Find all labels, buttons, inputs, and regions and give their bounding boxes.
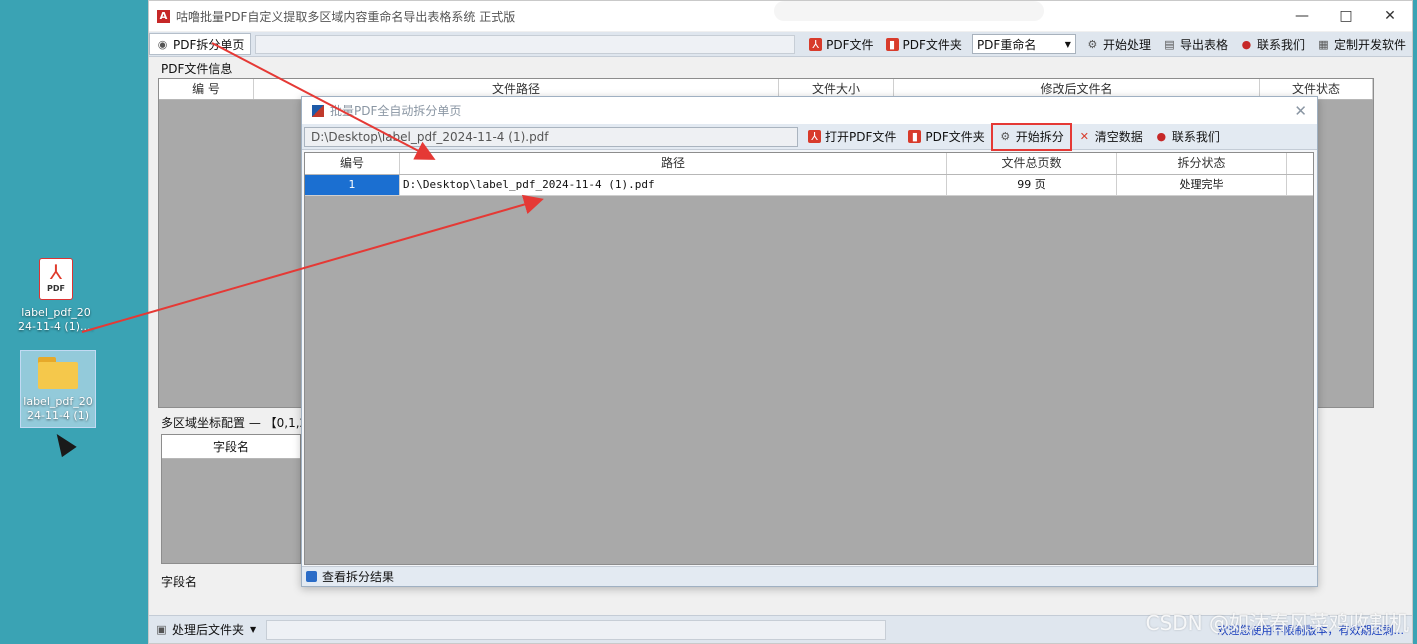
- clear-data-button[interactable]: ✕ 清空数据: [1072, 126, 1149, 148]
- split-page-button[interactable]: ◉ PDF拆分单页: [149, 33, 252, 55]
- contact-button[interactable]: ● 联系我们: [1234, 33, 1311, 55]
- pdf-file-label: label_pdf_20 24-11-4 (1)....: [18, 306, 94, 333]
- watermark: CSDN @如沐春风菜鸡收割机: [1145, 611, 1409, 635]
- close-button[interactable]: ✕: [1368, 1, 1412, 31]
- dialog-pdf-folder-button[interactable]: ▮ PDF文件夹: [902, 126, 990, 148]
- field-header: 字段名: [162, 435, 300, 459]
- pdf-icon: ⅄: [809, 37, 823, 51]
- grid-icon: ▦: [1318, 37, 1329, 51]
- table-icon: ▤: [1164, 37, 1175, 51]
- pdf-file-icon: ⅄ PDF: [39, 258, 73, 300]
- col-pages: 文件总页数: [947, 153, 1117, 174]
- pdf-file-button[interactable]: ⅄ PDF文件: [803, 33, 879, 55]
- col-status: 拆分状态: [1117, 153, 1287, 174]
- toolbar-path-field[interactable]: [255, 34, 796, 54]
- desktop-folder[interactable]: label_pdf_20 24-11-4 (1): [20, 350, 96, 428]
- open-pdf-button[interactable]: ⅄ 打开PDF文件: [802, 126, 902, 148]
- field-name-label: 字段名: [161, 575, 198, 589]
- mouse-cursor-icon: [49, 428, 77, 458]
- row-status: 处理完毕: [1117, 175, 1287, 195]
- rename-mode-select[interactable]: PDF重命名 ▼: [971, 34, 1076, 54]
- dialog-logo-icon: [312, 104, 324, 117]
- multi-region-label: 多区域坐标配置 — 【0,1,2: [161, 416, 308, 430]
- dialog-toolbar: D:\Desktop\label_pdf_2024-11-4 (1).pdf ⅄…: [302, 122, 1317, 151]
- main-title: 咕噜批量PDF自定义提取多区域内容重命名导出表格系统 正式版: [176, 9, 516, 24]
- camera-icon: ▣: [156, 623, 167, 636]
- blurred-region: [774, 1, 1044, 21]
- pdf-icon: ⅄: [808, 130, 821, 143]
- custom-dev-button[interactable]: ▦ 定制开发软件: [1311, 33, 1412, 55]
- dialog-contact-button[interactable]: ● 联系我们: [1149, 126, 1226, 148]
- main-toolbar: ◉ PDF拆分单页 ⅄ PDF文件 ▮ PDF文件夹 PDF重命名 ▼ ⚙ 开始…: [149, 32, 1412, 57]
- clear-x-icon: ✕: [1079, 130, 1089, 143]
- dialog-title: 批量PDF全自动拆分单页: [330, 104, 462, 118]
- export-table-button[interactable]: ▤ 导出表格: [1157, 33, 1234, 55]
- dialog-close-button[interactable]: ✕: [1294, 102, 1307, 120]
- gear-icon: ⚙: [1087, 37, 1098, 51]
- chevron-down-icon: ▼: [1064, 39, 1071, 49]
- maximize-button[interactable]: □: [1324, 1, 1368, 31]
- split-grid-header: 编号 路径 文件总页数 拆分状态: [305, 153, 1313, 175]
- output-folder-field[interactable]: [266, 619, 887, 640]
- split-grid[interactable]: 编号 路径 文件总页数 拆分状态 1 D:\Desktop\label_pdf_…: [304, 152, 1314, 565]
- cube-icon: [306, 571, 317, 582]
- chevron-down-icon: ▼: [250, 625, 257, 634]
- row-pages: 99 页: [947, 175, 1117, 195]
- col-id: 编号: [305, 153, 400, 174]
- view-result-button[interactable]: 查看拆分结果: [302, 566, 1317, 586]
- table-row[interactable]: 1 D:\Desktop\label_pdf_2024-11-4 (1).pdf…: [305, 175, 1313, 196]
- app-logo-icon: A: [157, 9, 170, 23]
- row-id: 1: [305, 175, 400, 195]
- split-dialog: 批量PDF全自动拆分单页 ✕ D:\Desktop\label_pdf_2024…: [301, 96, 1318, 587]
- pdf-info-label: PDF文件信息: [161, 62, 233, 76]
- pdf-folder-button[interactable]: ▮ PDF文件夹: [880, 33, 968, 55]
- pdf-folder-icon: ▮: [908, 130, 922, 143]
- folder-icon: [38, 357, 78, 389]
- minimize-button[interactable]: —: [1280, 1, 1324, 31]
- output-folder-button[interactable]: ▣ 处理后文件夹 ▼: [149, 619, 262, 641]
- row-path: D:\Desktop\label_pdf_2024-11-4 (1).pdf: [400, 175, 947, 195]
- col-path: 路径: [400, 153, 947, 174]
- field-grid[interactable]: 字段名: [161, 434, 301, 564]
- start-process-button[interactable]: ⚙ 开始处理: [1080, 33, 1157, 55]
- qq-icon: ●: [1156, 130, 1167, 143]
- dialog-titlebar: 批量PDF全自动拆分单页 ✕: [302, 97, 1317, 124]
- start-split-button[interactable]: ⚙ 开始拆分: [990, 122, 1072, 151]
- desktop-pdf-file[interactable]: ⅄ PDF label_pdf_20 24-11-4 (1)....: [18, 258, 94, 334]
- split-page-icon: ◉: [157, 37, 168, 51]
- pdf-folder-icon: ▮: [885, 37, 899, 51]
- gear-icon: ⚙: [1000, 130, 1011, 143]
- qq-icon: ●: [1241, 37, 1252, 51]
- folder-label: label_pdf_20 24-11-4 (1): [23, 395, 93, 422]
- dialog-path-field[interactable]: D:\Desktop\label_pdf_2024-11-4 (1).pdf: [304, 126, 798, 147]
- col-id: 编 号: [159, 79, 254, 99]
